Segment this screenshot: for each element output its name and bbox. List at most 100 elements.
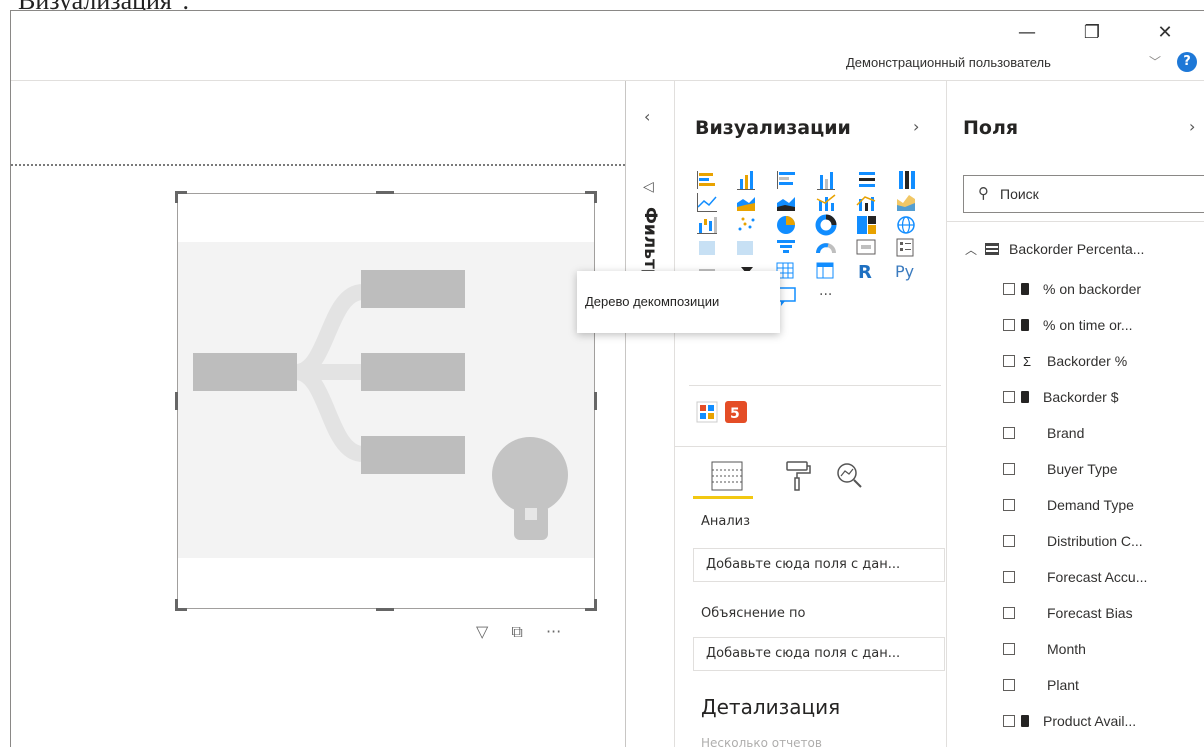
fields-search-input[interactable] [1000,182,1200,206]
field-item[interactable]: Σ Backorder % [1003,353,1127,377]
checkbox-icon[interactable] [1003,319,1015,331]
close-button[interactable]: ✕ [1150,21,1180,45]
field-item[interactable]: Buyer Type [1003,461,1118,485]
checkbox-icon[interactable] [1003,283,1015,295]
field-item[interactable]: Forecast Bias [1003,605,1133,629]
chevron-up-icon[interactable]: ︿ [965,243,977,257]
more-visuals-icon[interactable]: ··· [819,287,832,303]
format-paint-roller-icon[interactable] [779,456,815,496]
checkbox-icon[interactable] [1003,571,1015,583]
checkbox-icon[interactable] [1003,355,1015,367]
100-percent-column-chart-icon[interactable] [899,171,915,189]
analytics-magnifier-icon[interactable] [831,456,867,496]
checkbox-icon[interactable] [1003,391,1015,403]
clustered-bar-chart-icon[interactable] [777,171,795,189]
ribbon-chart-icon[interactable] [897,195,915,211]
resize-handle[interactable] [376,608,394,611]
chevron-right-icon[interactable]: › [1189,117,1195,136]
resize-handle[interactable] [376,191,394,194]
matrix-icon[interactable] [816,262,834,279]
resize-handle[interactable] [594,392,597,410]
field-item[interactable]: Plant [1003,677,1079,701]
r-script-visual-icon[interactable]: R [858,262,872,283]
funnel-chart-icon[interactable] [777,240,795,253]
waterfall-chart-icon[interactable] [697,217,717,234]
field-item[interactable]: Distribution C... [1003,533,1143,557]
checkbox-icon[interactable] [1003,499,1015,511]
analyze-drop-zone[interactable]: Добавьте сюда поля с дан... [693,548,945,582]
report-canvas[interactable]: ▽ ⧉ ··· [11,81,625,747]
multi-row-card-icon[interactable] [896,238,914,257]
donut-chart-icon[interactable] [815,214,837,236]
checkbox-icon[interactable] [1003,679,1015,691]
stacked-column-chart-icon[interactable] [737,171,755,190]
checkbox-icon[interactable] [1003,643,1015,655]
python-visual-icon[interactable]: Py [895,262,914,281]
chevron-right-icon[interactable]: › [913,117,919,136]
more-options-icon[interactable]: ··· [546,622,561,641]
filters-pane-collapsed[interactable]: ‹ ◁ Фильтры [625,81,675,747]
powerbi-window: — ❐ ✕ Демонстрационный пользователь ﹀ ? [10,10,1204,747]
minimize-button[interactable]: — [1012,21,1042,45]
line-chart-icon[interactable] [697,193,717,212]
filled-map-icon[interactable] [699,241,715,255]
fields-search-box[interactable]: ⚲ [963,175,1204,213]
field-label: Backorder $ [1043,389,1119,405]
gallery-divider [689,385,941,386]
card-icon[interactable] [856,239,876,255]
resize-handle[interactable] [594,599,597,611]
checkbox-icon[interactable] [1003,715,1015,727]
explain-by-drop-zone[interactable]: Добавьте сюда поля с дан... [693,637,945,671]
line-and-clustered-column-icon[interactable] [856,196,876,211]
resize-handle[interactable] [175,599,178,611]
field-item[interactable]: Brand [1003,425,1084,449]
fields-pane-title: Поля [963,117,1019,139]
treemap-icon[interactable] [857,216,876,234]
html-content-visual-icon[interactable]: 5 [725,401,747,423]
pie-chart-icon[interactable] [777,216,795,234]
gauge-chart-icon[interactable] [816,243,836,254]
field-item[interactable]: % on backorder [1003,281,1141,305]
stacked-area-chart-icon[interactable] [777,197,795,211]
field-label: % on backorder [1043,281,1142,297]
filter-icon[interactable]: ▽ [476,622,488,641]
user-name[interactable]: Демонстрационный пользователь [846,55,1051,70]
help-icon[interactable]: ? [1177,52,1197,72]
checkbox-icon[interactable] [1003,535,1015,547]
field-label: Distribution C... [1047,533,1143,549]
field-table[interactable]: ︿ Backorder Percenta... [965,241,1144,258]
field-item[interactable]: Month [1003,641,1086,665]
checkbox-icon[interactable] [1003,607,1015,619]
fields-wells-icon[interactable] [709,456,745,496]
chevron-down-icon[interactable]: ﹀ [1149,53,1161,70]
table-name: Backorder Percenta... [1009,241,1145,257]
scatter-chart-icon[interactable] [738,217,755,231]
clustered-column-chart-icon[interactable] [817,172,835,190]
field-item[interactable]: Forecast Accu... [1003,569,1147,593]
decomposition-tree-placeholder-icon [193,270,568,540]
area-chart-icon[interactable] [737,197,755,211]
resize-handle[interactable] [594,191,597,203]
checkbox-icon[interactable] [1003,463,1015,475]
custom-visual-icon[interactable] [696,401,718,423]
visual-tooltip: Дерево декомпозиции [577,271,780,333]
field-item[interactable]: Demand Type [1003,497,1134,521]
stacked-bar-chart-icon[interactable] [697,171,715,189]
restore-button[interactable]: ❐ [1077,21,1107,45]
visual-gallery: R Py ··· [697,171,915,310]
resize-handle[interactable] [175,191,178,203]
chevron-left-icon[interactable]: ‹ [644,107,650,126]
decomposition-tree-visual[interactable] [175,191,597,611]
field-item[interactable]: Backorder $ [1003,389,1118,413]
field-item[interactable]: % on time or... [1003,317,1132,341]
field-item[interactable]: Product Avail... [1003,713,1136,737]
focus-mode-icon[interactable]: ⧉ [511,622,522,642]
field-label: Brand [1047,425,1085,441]
100-percent-bar-chart-icon[interactable] [859,172,875,187]
map-icon[interactable] [897,216,915,234]
title-bar: — ❐ ✕ Демонстрационный пользователь ﹀ ? [11,11,1204,81]
shape-map-icon[interactable] [737,241,753,255]
checkbox-icon[interactable] [1003,427,1015,439]
pane-tabs [709,456,909,508]
line-and-column-chart-icon[interactable] [816,194,836,211]
